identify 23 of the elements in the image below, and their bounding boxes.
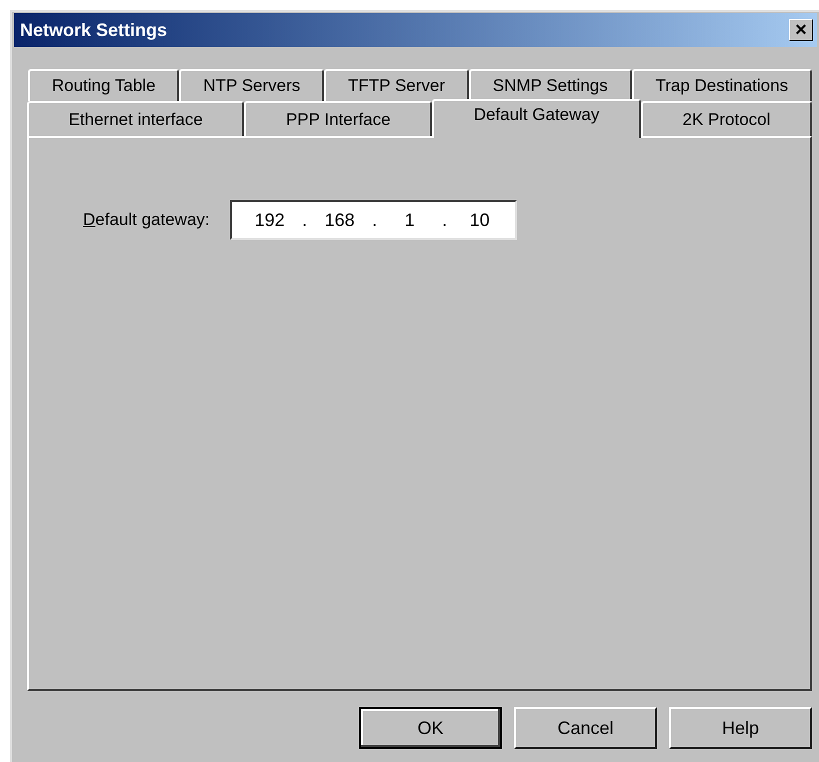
field-label: Default gateway: [83,209,210,232]
tab[interactable]: Trap Destinations [632,69,812,101]
tab[interactable]: Default Gateway [432,99,641,138]
tab[interactable]: PPP Interface [244,101,432,136]
dialog-button[interactable]: Help [669,707,812,749]
ip-separator: . [371,208,378,232]
tab[interactable]: Routing Table [28,69,180,101]
tab[interactable]: TFTP Server [324,69,469,101]
tab[interactable]: Ethernet interface [27,101,244,136]
window-title: Network Settings [20,18,168,42]
ip-octet: 168 [324,208,356,232]
dialog-button[interactable]: OK [359,707,502,749]
ip-octet: 1 [404,208,416,232]
dialog-button[interactable]: Cancel [514,707,657,749]
tab[interactable]: SNMP Settings [468,69,632,101]
ip-octet: 192 [254,208,286,232]
ip-separator: . [441,208,448,232]
ip-separator: . [301,208,308,232]
ip-address-field[interactable]: 192 . 168 . 1 . 10 [230,200,517,240]
tab[interactable]: 2K Protocol [640,101,812,136]
tab[interactable]: NTP Servers [179,69,324,101]
close-button[interactable]: × [789,19,813,41]
ip-octet: 10 [468,208,491,232]
